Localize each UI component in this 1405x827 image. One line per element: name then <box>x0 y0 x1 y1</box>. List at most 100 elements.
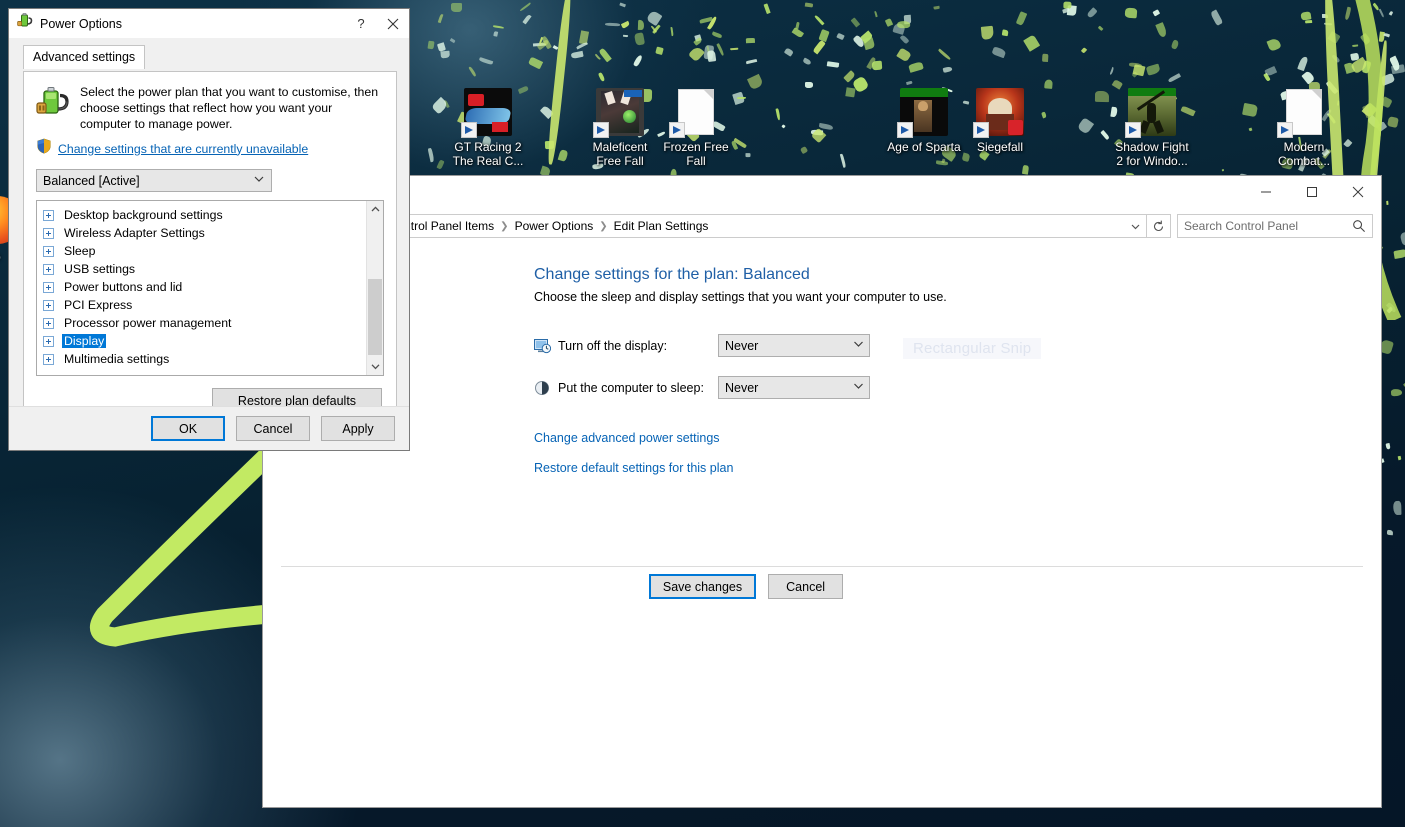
chevron-down-icon <box>847 382 869 393</box>
tree-item[interactable]: Processor power management <box>43 314 366 332</box>
power-plan-value: Balanced [Active] <box>43 174 247 188</box>
shortcut-arrow-icon <box>973 122 989 138</box>
dialog-description: Select the power plan that you want to c… <box>80 84 384 132</box>
desktop-icon-label: ModernCombat... <box>1256 140 1352 168</box>
desktop-icon-modern-combat[interactable]: ModernCombat... <box>1256 88 1352 168</box>
expand-plus-icon[interactable] <box>43 336 54 347</box>
expand-plus-icon[interactable] <box>43 318 54 329</box>
dialog-description-row: Select the power plan that you want to c… <box>36 84 384 132</box>
advanced-settings-panel: Select the power plan that you want to c… <box>23 71 397 419</box>
plan-action-buttons: Save changes Cancel <box>263 574 1381 599</box>
link-restore-default-settings[interactable]: Restore default settings for this plan <box>534 461 733 475</box>
expand-plus-icon[interactable] <box>43 354 54 365</box>
shortcut-arrow-icon <box>669 122 685 138</box>
scrollbar-thumb[interactable] <box>368 279 382 355</box>
desktop-icon-label: GT Racing 2The Real C... <box>440 140 536 168</box>
scroll-up-button[interactable] <box>367 201 383 218</box>
tree-item-list[interactable]: Desktop background settings Wireless Adap… <box>37 201 366 375</box>
control-panel-body: Rectangular Snip Change settings for the… <box>263 244 1381 807</box>
turn-off-display-select[interactable]: Never <box>718 334 870 357</box>
tree-item[interactable]: USB settings <box>43 260 366 278</box>
page-title: Change settings for the plan: Balanced <box>534 266 1381 284</box>
tree-item[interactable]: Multimedia settings <box>43 350 366 368</box>
icon-thumbnail <box>900 88 948 136</box>
tree-item[interactable]: Wireless Adapter Settings <box>43 224 366 242</box>
search-input[interactable] <box>1178 219 1346 233</box>
expand-plus-icon[interactable] <box>43 228 54 239</box>
tree-item-label: USB settings <box>62 262 137 276</box>
control-panel-window[interactable]: Control Panel❯All Control Panel Items❯Po… <box>262 175 1382 808</box>
maximize-button[interactable] <box>1289 176 1335 208</box>
dialog-footer: OK Cancel Apply <box>9 406 409 450</box>
chevron-down-icon <box>847 340 869 351</box>
icon-thumbnail <box>672 88 720 136</box>
power-settings-tree[interactable]: Desktop background settings Wireless Adap… <box>36 200 384 376</box>
shortcut-arrow-icon <box>897 122 913 138</box>
help-button[interactable]: ? <box>345 9 377 38</box>
tree-item[interactable]: Power buttons and lid <box>43 278 366 296</box>
sleep-select[interactable]: Never <box>718 376 870 399</box>
change-unavailable-settings-link[interactable]: Change settings that are currently unava… <box>58 142 308 156</box>
tree-item-label: Sleep <box>62 244 97 258</box>
sleep-value: Never <box>725 381 847 395</box>
expand-plus-icon[interactable] <box>43 300 54 311</box>
refresh-button[interactable] <box>1147 214 1171 238</box>
power-plug-battery-icon <box>17 13 34 34</box>
desktop[interactable]: Moin GT Racing 2The Real C...MaleficentF… <box>0 0 1405 827</box>
expand-plus-icon[interactable] <box>43 210 54 221</box>
expand-plus-icon[interactable] <box>43 282 54 293</box>
icon-thumbnail <box>976 88 1024 136</box>
expand-plus-icon[interactable] <box>43 246 54 257</box>
desktop-icon-frozen-free-fall[interactable]: Frozen FreeFall <box>648 88 744 168</box>
tree-item-label: Power buttons and lid <box>62 280 184 294</box>
battery-plug-icon <box>36 84 70 132</box>
control-panel-navbar[interactable]: Control Panel❯All Control Panel Items❯Po… <box>263 208 1381 244</box>
shortcut-arrow-icon <box>1125 122 1141 138</box>
plan-settings-pane: Rectangular Snip Change settings for the… <box>263 244 1381 566</box>
breadcrumb-item[interactable]: Edit Plan Settings <box>609 219 714 233</box>
cancel-button[interactable]: Cancel <box>768 574 843 599</box>
save-changes-button[interactable]: Save changes <box>649 574 756 599</box>
apply-button[interactable]: Apply <box>321 416 395 441</box>
dialog-tabstrip[interactable]: Advanced settings <box>23 45 145 69</box>
power-plan-select[interactable]: Balanced [Active] <box>36 169 272 192</box>
dialog-titlebar[interactable]: Power Options ? <box>9 9 409 39</box>
shield-icon <box>36 138 52 159</box>
chevron-down-icon[interactable] <box>1124 215 1146 237</box>
desktop-icon-shadow-fight-2[interactable]: Shadow Fight2 for Windo... <box>1104 88 1200 168</box>
desktop-icon-siegefall[interactable]: Siegefall <box>952 88 1048 154</box>
dialog-title: Power Options <box>34 17 345 31</box>
tree-scrollbar[interactable] <box>366 201 383 375</box>
tree-item-label: Multimedia settings <box>62 352 171 366</box>
power-options-dialog[interactable]: Power Options ? Advanced settings <box>8 8 410 451</box>
uac-link-row[interactable]: Change settings that are currently unava… <box>36 138 384 159</box>
desktop-icon-gt-racing-2[interactable]: GT Racing 2The Real C... <box>440 88 536 168</box>
search-icon[interactable] <box>1346 219 1372 233</box>
desktop-icon-label: Shadow Fight2 for Windo... <box>1104 140 1200 168</box>
link-change-advanced-power-settings[interactable]: Change advanced power settings <box>534 431 720 445</box>
close-button[interactable] <box>1335 176 1381 208</box>
tree-item-label: Processor power management <box>62 316 233 330</box>
tree-item[interactable]: PCI Express <box>43 296 366 314</box>
shortcut-arrow-icon <box>593 122 609 138</box>
scroll-down-button[interactable] <box>367 358 383 375</box>
icon-thumbnail <box>596 88 644 136</box>
minimize-button[interactable] <box>1243 176 1289 208</box>
breadcrumb-item[interactable]: Power Options <box>510 219 599 233</box>
desktop-icon-label: Frozen FreeFall <box>648 140 744 168</box>
tree-item[interactable]: Sleep <box>43 242 366 260</box>
search-box[interactable] <box>1177 214 1373 238</box>
turn-off-display-value: Never <box>725 339 847 353</box>
tab-advanced-settings[interactable]: Advanced settings <box>23 45 145 69</box>
icon-thumbnail <box>464 88 512 136</box>
dialog-cancel-button[interactable]: Cancel <box>236 416 310 441</box>
dialog-close-button[interactable] <box>377 9 409 38</box>
tree-item[interactable]: Display <box>43 332 366 350</box>
page-subtitle: Choose the sleep and display settings th… <box>534 290 1381 304</box>
ok-button[interactable]: OK <box>151 416 225 441</box>
tree-item-label: Desktop background settings <box>62 208 225 222</box>
expand-plus-icon[interactable] <box>43 264 54 275</box>
tree-item[interactable]: Desktop background settings <box>43 206 366 224</box>
icon-thumbnail <box>1280 88 1328 136</box>
control-panel-titlebar[interactable] <box>263 176 1381 208</box>
